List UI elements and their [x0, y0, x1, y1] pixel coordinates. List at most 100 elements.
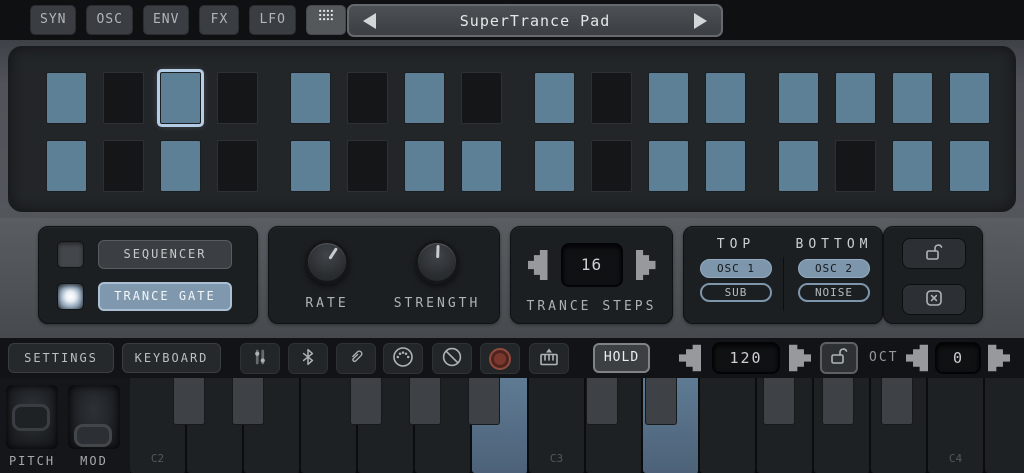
- white-key-7[interactable]: C3: [529, 378, 586, 473]
- step-cell-r2-4[interactable]: [217, 140, 258, 192]
- step-cell-r1-15[interactable]: [892, 72, 933, 124]
- step-cell-r2-1[interactable]: [46, 140, 87, 192]
- record-button[interactable]: [480, 343, 520, 374]
- black-key-after-7[interactable]: [586, 378, 618, 425]
- grid-view-button[interactable]: [305, 5, 346, 35]
- bottom-toolbar: SETTINGS KEYBOARD HOLD 120 OCT 0: [0, 338, 1024, 378]
- step-cell-r2-10[interactable]: [591, 140, 632, 192]
- step-cell-r2-8[interactable]: [461, 140, 502, 192]
- bluetooth-button[interactable]: [288, 343, 328, 374]
- pitch-wheel[interactable]: [6, 385, 58, 449]
- settings-button[interactable]: SETTINGS: [8, 343, 114, 373]
- trance-steps-value[interactable]: 16: [560, 243, 623, 287]
- hold-button[interactable]: HOLD: [593, 343, 650, 373]
- step-cell-r2-15[interactable]: [892, 140, 933, 192]
- step-cell-r1-10[interactable]: [591, 72, 632, 124]
- octave-decrement-arrow[interactable]: [906, 344, 928, 372]
- black-key-after-1[interactable]: [232, 378, 264, 425]
- step-cell-r1-11[interactable]: [648, 72, 689, 124]
- step-cell-r1-13[interactable]: [778, 72, 819, 124]
- step-cell-r2-9[interactable]: [534, 140, 575, 192]
- white-key-15[interactable]: [985, 378, 1024, 473]
- knob-rate: RATE: [277, 240, 377, 311]
- mod-wheel[interactable]: [68, 385, 120, 449]
- knob-rate-dial[interactable]: [305, 240, 349, 284]
- mode-led-trance-gate[interactable]: [57, 283, 84, 310]
- black-key-after-10[interactable]: [763, 378, 795, 425]
- octave-label: OCT: [869, 350, 899, 365]
- routing-pill-osc-1[interactable]: OSC 1: [700, 259, 772, 278]
- step-cell-r1-6[interactable]: [347, 72, 388, 124]
- step-cell-r2-6[interactable]: [347, 140, 388, 192]
- step-cell-r1-1[interactable]: [46, 72, 87, 124]
- keyboard-button[interactable]: KEYBOARD: [122, 343, 221, 373]
- black-key-after-3[interactable]: [350, 378, 382, 425]
- knob-strength-dial[interactable]: [415, 240, 459, 284]
- white-key-14[interactable]: C4: [928, 378, 985, 473]
- step-cell-r1-8[interactable]: [461, 72, 502, 124]
- step-cell-r2-3[interactable]: [160, 140, 201, 192]
- black-key-after-11[interactable]: [822, 378, 854, 425]
- lock-open-icon: [827, 344, 851, 372]
- nav-button-fx[interactable]: FX: [199, 5, 240, 35]
- trance-steps-label: TRANCE STEPS: [526, 299, 657, 314]
- black-key-after-4[interactable]: [409, 378, 441, 425]
- routing-pill-osc-2[interactable]: OSC 2: [798, 259, 870, 278]
- routing-column-top: TOP OSC 1 SUB: [688, 237, 784, 302]
- routing-header-bottom: BOTTOM: [795, 237, 873, 252]
- trance-steps-panel: 16 TRANCE STEPS: [510, 226, 673, 324]
- step-cell-r2-7[interactable]: [404, 140, 445, 192]
- tempo-increment-arrow[interactable]: [789, 344, 811, 372]
- nav-button-osc[interactable]: OSC: [86, 5, 133, 35]
- black-key-after-8[interactable]: [645, 378, 677, 425]
- step-cell-r1-5[interactable]: [290, 72, 331, 124]
- midi-button[interactable]: [383, 343, 423, 374]
- preset-prev-icon[interactable]: [363, 12, 376, 29]
- step-cell-r1-7[interactable]: [404, 72, 445, 124]
- routing-pill-noise[interactable]: NOISE: [798, 283, 870, 302]
- black-key-after-5[interactable]: [468, 378, 500, 425]
- piano-octave-button[interactable]: [529, 343, 569, 374]
- steps-increment-arrow[interactable]: [635, 250, 656, 280]
- step-cell-r1-3[interactable]: [160, 72, 201, 124]
- mode-button-sequencer[interactable]: SEQUENCER: [98, 240, 232, 269]
- pitch-wheel-handle[interactable]: [12, 404, 50, 431]
- octave-increment-arrow[interactable]: [988, 344, 1010, 372]
- mod-wheel-handle[interactable]: [74, 424, 112, 447]
- preset-name[interactable]: SuperTrance Pad: [376, 12, 694, 30]
- tempo-decrement-arrow[interactable]: [679, 344, 701, 372]
- step-cell-r1-2[interactable]: [103, 72, 144, 124]
- mixer-sliders-button[interactable]: [240, 343, 280, 374]
- white-key-10[interactable]: [700, 378, 757, 473]
- tempo-value[interactable]: 120: [712, 342, 780, 374]
- step-cell-r2-16[interactable]: [949, 140, 990, 192]
- nav-button-lfo[interactable]: LFO: [249, 5, 296, 35]
- step-cell-r1-4[interactable]: [217, 72, 258, 124]
- steps-decrement-arrow[interactable]: [527, 250, 548, 280]
- step-cell-r2-12[interactable]: [705, 140, 746, 192]
- step-cell-r2-5[interactable]: [290, 140, 331, 192]
- nav-button-env[interactable]: ENV: [142, 5, 190, 35]
- mode-led-sequencer[interactable]: [57, 241, 84, 268]
- x-box-button[interactable]: [902, 284, 966, 315]
- step-cell-r1-16[interactable]: [949, 72, 990, 124]
- key-label-c3: C3: [549, 452, 564, 465]
- step-cell-r1-12[interactable]: [705, 72, 746, 124]
- step-cell-r2-2[interactable]: [103, 140, 144, 192]
- nav-button-syn[interactable]: SYN: [30, 5, 77, 35]
- paperclip-button[interactable]: [336, 343, 376, 374]
- black-key-after-12[interactable]: [881, 378, 913, 425]
- tempo-lock-button[interactable]: [820, 342, 858, 374]
- step-cell-r1-9[interactable]: [534, 72, 575, 124]
- step-cell-r1-14[interactable]: [835, 72, 876, 124]
- step-cell-r2-11[interactable]: [648, 140, 689, 192]
- step-cell-r2-14[interactable]: [835, 140, 876, 192]
- octave-value[interactable]: 0: [935, 342, 981, 374]
- disable-button[interactable]: [432, 343, 472, 374]
- black-key-after-0[interactable]: [173, 378, 205, 425]
- routing-pill-sub[interactable]: SUB: [700, 283, 772, 302]
- preset-next-icon[interactable]: [694, 12, 707, 29]
- mode-button-trance-gate[interactable]: TRANCE GATE: [98, 282, 232, 311]
- step-cell-r2-13[interactable]: [778, 140, 819, 192]
- lock-open-button[interactable]: [902, 238, 966, 269]
